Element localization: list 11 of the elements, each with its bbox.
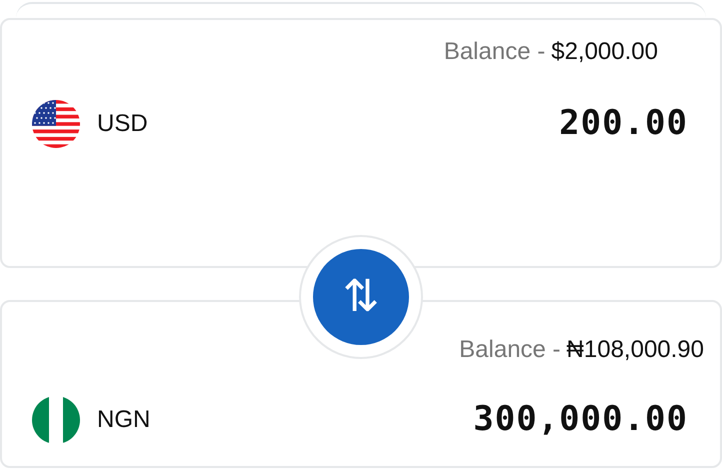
swap-button[interactable]: ⇅ — [313, 249, 409, 345]
balance-label: Balance - — [444, 37, 546, 67]
currency-code: USD — [97, 108, 148, 138]
balance-amount: $2,000.00 — [551, 37, 658, 67]
amount-value: 300,000.00 — [473, 398, 688, 441]
flag-icon — [32, 100, 80, 148]
amount-value: 200.00 — [559, 102, 688, 145]
balance-label: Balance - — [459, 335, 561, 365]
flag-icon — [32, 396, 80, 444]
balance-amount: ₦108,000.90 — [566, 335, 704, 365]
currency-code: NGN — [97, 404, 150, 434]
